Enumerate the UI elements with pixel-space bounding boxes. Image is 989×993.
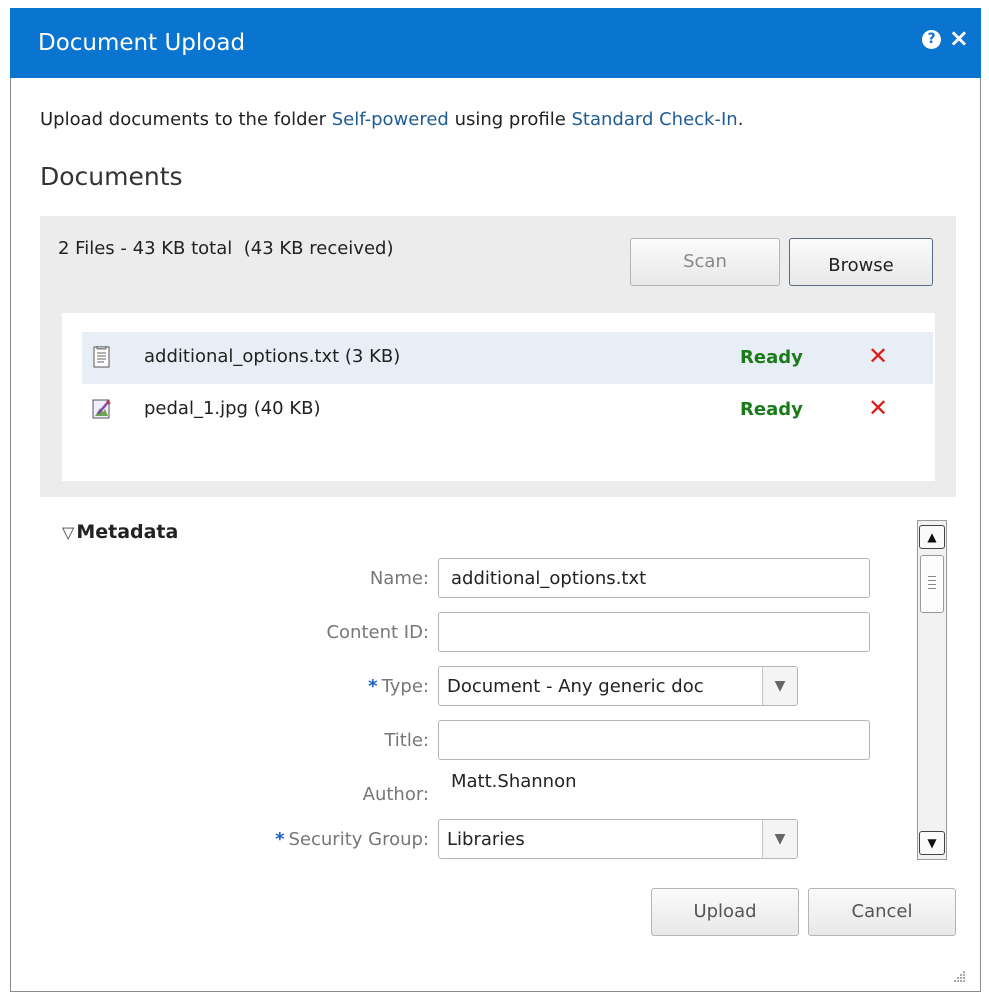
scroll-up-icon[interactable]: ▲ <box>919 525 945 549</box>
name-label: Name: <box>369 568 429 589</box>
file-name: additional_options.txt (3 KB) <box>144 346 401 367</box>
folder-link[interactable]: Self-powered <box>332 109 449 130</box>
expand-triangle-icon: ▽ <box>62 523 75 542</box>
security-group-label-text: Security Group: <box>288 829 429 850</box>
title-label: Title: <box>384 730 429 751</box>
file-status: Ready <box>740 399 803 420</box>
intro-middle: using profile <box>448 109 572 130</box>
file-row[interactable]: additional_options.txt (3 KB) Ready ✕ <box>82 332 933 384</box>
files-summary: 2 Files - 43 KB total (43 KB received) <box>58 238 394 259</box>
author-value: Matt.Shannon <box>451 771 577 792</box>
security-group-select-value: Libraries <box>447 829 525 850</box>
browse-button[interactable]: Browse <box>789 238 933 286</box>
scrollbar-thumb[interactable] <box>920 555 944 613</box>
remove-file-icon[interactable]: ✕ <box>868 342 888 370</box>
metadata-label: Metadata <box>76 521 179 543</box>
close-icon[interactable]: × <box>949 25 969 51</box>
content-id-label: Content ID: <box>326 622 429 643</box>
security-group-select[interactable]: Libraries ▼ <box>438 819 798 859</box>
security-group-label: * Security Group: <box>275 829 429 850</box>
file-name: pedal_1.jpg (40 KB) <box>144 398 321 419</box>
metadata-scrollbar[interactable]: ▲ ▼ <box>917 520 947 860</box>
intro-prefix: Upload documents to the folder <box>40 109 332 130</box>
metadata-toggle[interactable]: ▽ Metadata <box>62 521 178 543</box>
intro-text: Upload documents to the folder Self-powe… <box>40 109 743 130</box>
dialog-title: Document Upload <box>38 30 246 56</box>
text-file-icon <box>92 345 112 368</box>
title-field[interactable] <box>438 720 870 760</box>
scan-button[interactable]: Scan <box>630 238 780 286</box>
scroll-down-icon[interactable]: ▼ <box>919 831 945 855</box>
type-label-text: Type: <box>381 676 429 697</box>
intro-suffix: . <box>737 109 744 130</box>
help-icon[interactable]: ? <box>922 30 941 49</box>
dialog-titlebar: Document Upload ? × <box>10 8 981 78</box>
name-field[interactable]: additional_options.txt <box>438 558 870 598</box>
file-row[interactable]: pedal_1.jpg (40 KB) Ready ✕ <box>82 384 933 436</box>
documents-heading: Documents <box>40 162 183 191</box>
required-marker: * <box>275 829 285 850</box>
file-status: Ready <box>740 347 803 368</box>
author-label: Author: <box>362 784 429 805</box>
upload-button[interactable]: Upload <box>651 888 799 936</box>
image-file-icon <box>92 398 112 420</box>
profile-link[interactable]: Standard Check-In <box>572 109 738 130</box>
chevron-down-icon[interactable]: ▼ <box>762 820 797 858</box>
type-select[interactable]: Document - Any generic doc ▼ <box>438 666 798 706</box>
required-marker: * <box>368 676 378 697</box>
type-label: * Type: <box>368 676 429 697</box>
remove-file-icon[interactable]: ✕ <box>868 394 888 422</box>
type-select-value: Document - Any generic doc <box>447 676 704 697</box>
content-id-field[interactable] <box>438 612 870 652</box>
resize-grip-icon[interactable] <box>952 968 966 982</box>
cancel-button[interactable]: Cancel <box>808 888 956 936</box>
chevron-down-icon[interactable]: ▼ <box>762 667 797 705</box>
